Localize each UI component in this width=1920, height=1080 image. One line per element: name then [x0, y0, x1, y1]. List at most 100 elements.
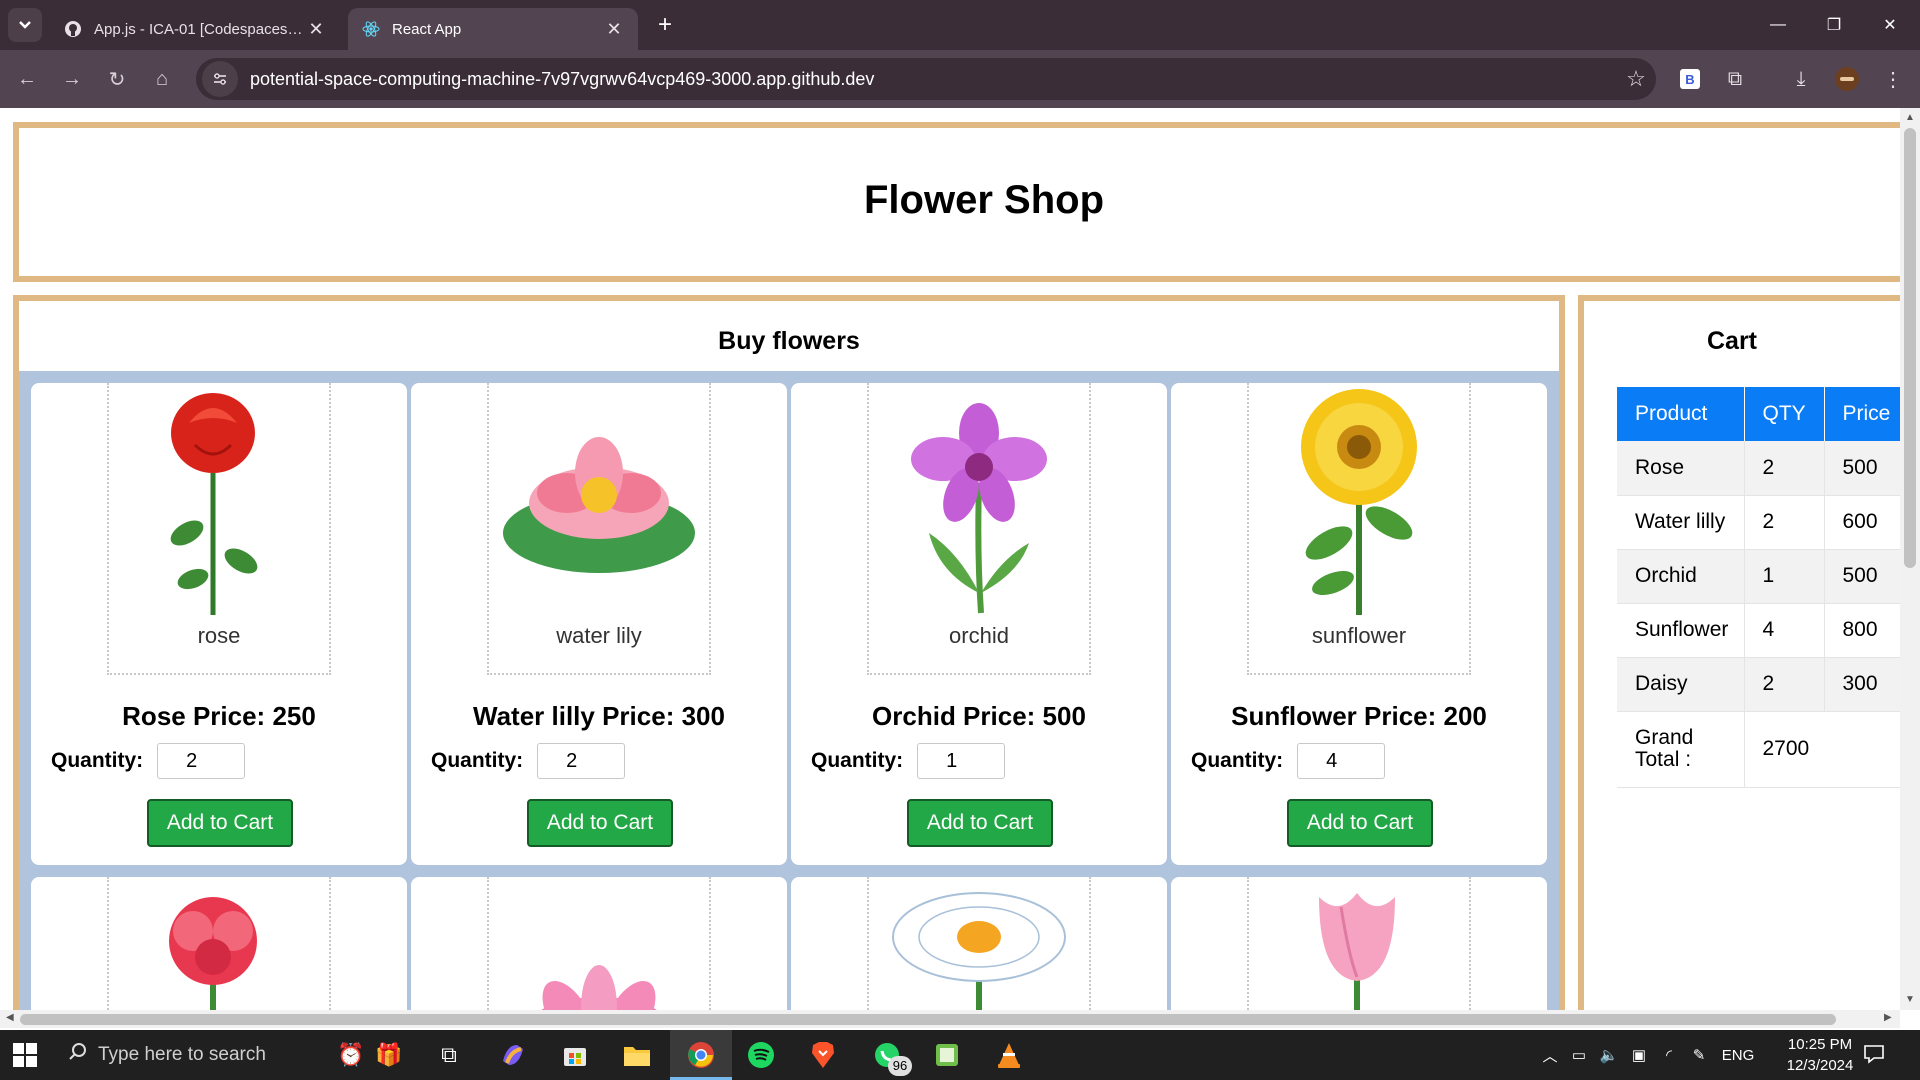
- brave-icon[interactable]: [806, 1038, 840, 1072]
- flower-image-tulip: [1247, 877, 1471, 1010]
- quantity-input[interactable]: 2: [157, 743, 246, 779]
- notifications-icon[interactable]: [1862, 1042, 1888, 1068]
- react-icon: [362, 20, 380, 38]
- flower-image-daisy: [867, 877, 1091, 1010]
- back-arrow-icon[interactable]: ←: [10, 62, 44, 96]
- cell-price: 300: [1824, 657, 1900, 712]
- task-view-icon[interactable]: ⧉: [432, 1038, 466, 1072]
- add-to-cart-button[interactable]: Add to Cart: [1287, 799, 1433, 847]
- profile-avatar[interactable]: [1830, 62, 1864, 96]
- flower-card-carnation: [31, 877, 407, 1010]
- copilot-icon[interactable]: [496, 1038, 530, 1072]
- quantity-label: Quantity:: [811, 749, 904, 772]
- taskbar-search-box[interactable]: Type here to search: [58, 1030, 328, 1080]
- chevron-up-icon[interactable]: ︿: [1536, 1045, 1564, 1066]
- shop-heading: Buy flowers: [718, 327, 860, 355]
- grand-total-row: Grand Total : 2700: [1617, 711, 1900, 788]
- scroll-down-arrow-icon[interactable]: ▼: [1900, 994, 1920, 1005]
- forward-arrow-icon[interactable]: →: [55, 62, 89, 96]
- windows-start-icon[interactable]: [12, 1042, 38, 1068]
- table-row: Daisy 2 300: [1617, 657, 1900, 712]
- volume-icon[interactable]: 🔈: [1594, 1046, 1624, 1064]
- cell-price: 800: [1824, 603, 1900, 658]
- spotify-icon[interactable]: [744, 1038, 778, 1072]
- tab-title: App.js - ICA-01 [Codespaces: potential-s…: [94, 20, 306, 38]
- cell-qty: 1: [1744, 549, 1825, 604]
- shop-section: Buy flowers rose Rose Price: 250 Quantit…: [13, 295, 1565, 1010]
- reload-icon[interactable]: ↻: [100, 62, 134, 96]
- quantity-input[interactable]: 4: [1297, 743, 1386, 779]
- close-window-icon[interactable]: ✕: [1868, 8, 1912, 42]
- minimize-icon[interactable]: —: [1756, 8, 1800, 42]
- add-to-cart-button[interactable]: Add to Cart: [527, 799, 673, 847]
- horizontal-scroll-thumb[interactable]: [20, 1014, 1836, 1025]
- download-icon[interactable]: ⤓: [1784, 62, 1818, 96]
- home-icon[interactable]: ⌂: [145, 62, 179, 96]
- quantity-label: Quantity:: [51, 749, 144, 772]
- gift-icon[interactable]: 🎁: [372, 1038, 406, 1072]
- add-to-cart-button[interactable]: Add to Cart: [907, 799, 1053, 847]
- vertical-scrollbar[interactable]: ▲ ▼: [1900, 108, 1920, 1010]
- tab-codespaces[interactable]: App.js - ICA-01 [Codespaces: potential-s…: [50, 8, 340, 50]
- flower-name-price: Rose Price: 250: [122, 701, 316, 731]
- battery-icon[interactable]: ▭: [1564, 1046, 1594, 1064]
- cell-qty: 2: [1744, 441, 1825, 496]
- search-icon: [58, 1042, 98, 1068]
- cell-product: Orchid: [1617, 549, 1745, 604]
- flower-caption: rose: [197, 623, 241, 648]
- quantity-label: Quantity:: [431, 749, 524, 772]
- microsoft-store-icon[interactable]: [558, 1038, 592, 1072]
- system-tray: ︿ ▭ 🔈 ▣ ◜ ✎ ENG: [1536, 1030, 1762, 1080]
- taskbar-clock[interactable]: 10:25 PM 12/3/2024: [1770, 1034, 1870, 1076]
- scroll-left-arrow-icon[interactable]: ◀: [6, 1012, 14, 1023]
- lotus-icon: [541, 965, 657, 1010]
- flower-card-orchid: orchid Orchid Price: 500 Quantity: 1 Add…: [791, 383, 1167, 865]
- vertical-scroll-thumb[interactable]: [1904, 128, 1916, 568]
- quantity-row: Quantity: 2: [51, 743, 246, 779]
- flower-image-orchid: orchid: [867, 383, 1091, 675]
- extensions-puzzle-icon[interactable]: ⧉: [1718, 62, 1752, 96]
- url-text[interactable]: potential-space-computing-machine-7v97vg…: [250, 69, 1616, 90]
- flower-image-carnation: [107, 877, 331, 1010]
- flower-grid: rose Rose Price: 250 Quantity: 2 Add to …: [19, 371, 1559, 1010]
- quantity-row: Quantity: 2: [431, 743, 626, 779]
- svg-text:B: B: [1685, 72, 1694, 87]
- file-explorer-icon[interactable]: [620, 1038, 654, 1072]
- horizontal-scrollbar[interactable]: ◀ ▶: [0, 1010, 1900, 1028]
- cell-price: 500: [1824, 549, 1900, 604]
- quantity-row: Quantity: 1: [811, 743, 1006, 779]
- table-row: Orchid 1 500: [1617, 549, 1900, 604]
- cell-price: 500: [1824, 441, 1900, 496]
- greenshot-icon[interactable]: [930, 1038, 964, 1072]
- quantity-input[interactable]: 1: [917, 743, 1006, 779]
- address-bar[interactable]: potential-space-computing-machine-7v97vg…: [196, 58, 1656, 100]
- quantity-input[interactable]: 2: [537, 743, 626, 779]
- vlc-icon[interactable]: [992, 1038, 1026, 1072]
- cell-price: 600: [1824, 495, 1900, 550]
- add-to-cart-button[interactable]: Add to Cart: [147, 799, 293, 847]
- extension-b-icon[interactable]: B: [1673, 62, 1707, 96]
- search-placeholder[interactable]: Type here to search: [98, 1044, 266, 1066]
- meet-now-icon[interactable]: ▣: [1624, 1046, 1654, 1064]
- pen-icon[interactable]: ✎: [1684, 1046, 1714, 1064]
- column-header-price: Price: [1824, 387, 1900, 441]
- wifi-icon[interactable]: ◜: [1654, 1046, 1684, 1064]
- scroll-up-arrow-icon[interactable]: ▲: [1900, 112, 1920, 123]
- alarm-clock-icon[interactable]: ⏰: [334, 1038, 368, 1072]
- close-icon[interactable]: ✕: [604, 19, 624, 40]
- language-indicator[interactable]: ENG: [1714, 1047, 1762, 1064]
- new-tab-button[interactable]: +: [650, 10, 680, 40]
- flower-image-lotus: [487, 877, 711, 1010]
- restore-icon[interactable]: ❐: [1812, 8, 1856, 42]
- flower-caption: water lily: [556, 623, 642, 648]
- more-menu-icon[interactable]: ⋮: [1876, 62, 1910, 96]
- column-header-qty: QTY: [1744, 387, 1825, 441]
- tab-react-app[interactable]: React App ✕: [348, 8, 638, 50]
- chrome-icon[interactable]: [684, 1038, 718, 1072]
- scroll-right-arrow-icon[interactable]: ▶: [1884, 1012, 1892, 1023]
- bookmark-star-icon[interactable]: ☆: [1616, 66, 1656, 92]
- close-icon[interactable]: ✕: [306, 19, 326, 40]
- clock-date: 12/3/2024: [1786, 1057, 1854, 1074]
- tab-search-menu-button[interactable]: [8, 8, 42, 42]
- site-settings-icon[interactable]: [202, 61, 238, 97]
